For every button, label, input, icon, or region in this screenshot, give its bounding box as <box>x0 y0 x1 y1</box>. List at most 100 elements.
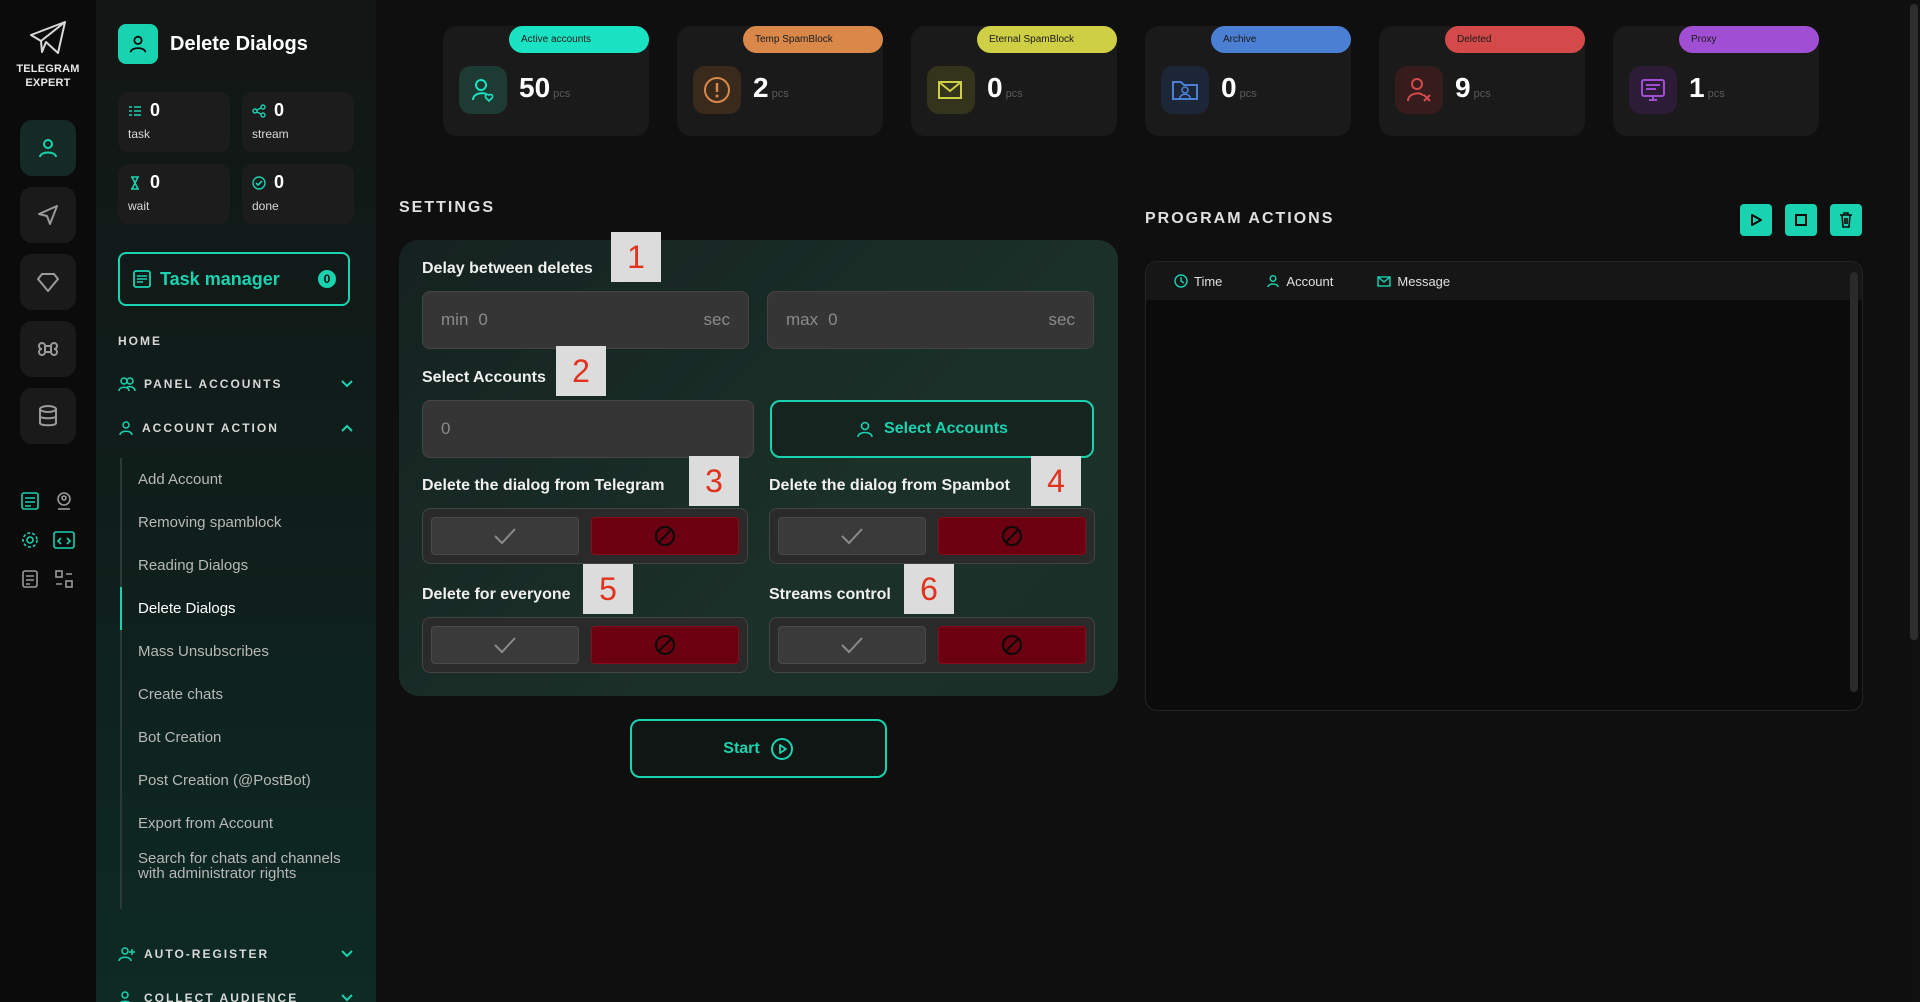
rail-profile-button[interactable] <box>52 489 76 513</box>
select-accounts-button[interactable]: Select Accounts <box>770 400 1094 458</box>
chevron-up-icon <box>341 424 353 432</box>
sidebar-item-mass-unsubscribes[interactable]: Mass Unsubscribes <box>122 630 350 673</box>
card-eternal-spamblock[interactable]: Eternal SpamBlock 0 pcs <box>911 26 1117 136</box>
toggle-delete-spambot-yes[interactable] <box>778 517 926 555</box>
sidebar-header: Delete Dialogs <box>118 24 308 64</box>
rail-code-button[interactable] <box>52 528 76 552</box>
log-header: Time Account Message <box>1146 262 1862 300</box>
play-button[interactable] <box>1740 204 1772 236</box>
play-circle-icon <box>770 737 793 760</box>
toggle-streams-control <box>769 617 1095 673</box>
delay-min-value: 0 <box>478 310 488 329</box>
sidebar-item-add-account[interactable]: Add Account <box>122 458 350 501</box>
delay-min-unit: sec <box>703 310 730 329</box>
sidebar-item-delete-dialogs[interactable]: Delete Dialogs <box>120 587 350 630</box>
rail-commands-button[interactable] <box>20 321 76 377</box>
toggle-delete-everyone <box>422 617 748 673</box>
card-active-accounts[interactable]: Active accounts 50 pcs <box>443 26 649 136</box>
delay-min-input[interactable]: min 0 sec <box>422 291 749 349</box>
program-actions-log[interactable]: Time Account Message <box>1145 261 1863 711</box>
sidebar-item-reading-dialogs[interactable]: Reading Dialogs <box>122 544 350 587</box>
logo-line2: EXPERT <box>25 77 71 89</box>
user-icon <box>119 421 133 436</box>
stat-stream: 0 stream <box>242 92 354 152</box>
toggle-delete-everyone-yes[interactable] <box>431 626 579 664</box>
rail-accounts-button[interactable] <box>20 120 76 176</box>
task-manager-count: 0 <box>318 270 336 288</box>
stat-task-value: 0 <box>150 100 161 120</box>
toggle-delete-telegram-yes[interactable] <box>431 517 579 555</box>
icon-rail: TELEGRAM EXPERT <box>0 0 96 1002</box>
card-archive-pill: Archive <box>1211 26 1351 53</box>
section-collect-audience[interactable]: COLLECT AUDIENCE <box>118 988 354 1002</box>
sidebar-item-create-chats[interactable]: Create chats <box>122 673 350 716</box>
user-icon <box>39 139 57 158</box>
card-archive-unit: pcs <box>1239 88 1257 100</box>
hourglass-icon <box>131 175 139 190</box>
page-scrollbar[interactable] <box>1908 0 1920 1002</box>
stat-done: 0 done <box>242 164 354 224</box>
user-x-icon <box>1395 66 1443 114</box>
grid-icon <box>55 570 73 588</box>
annotation-badge-6: 6 <box>904 564 954 614</box>
log-col-time[interactable]: Time <box>1174 274 1222 289</box>
toggle-delete-telegram-no[interactable] <box>591 517 739 555</box>
card-archive-value: 0 <box>1221 72 1237 103</box>
rail-send-button[interactable] <box>20 187 76 243</box>
card-temp-spamblock-value: 2 <box>753 72 769 103</box>
log-scrollbar[interactable] <box>1850 272 1858 692</box>
log-col-time-label: Time <box>1194 273 1223 289</box>
card-active-accounts-value: 50 <box>519 72 551 103</box>
delay-max-value: 0 <box>828 310 838 329</box>
check-icon <box>494 637 516 654</box>
sidebar-item-search-admin-chats[interactable]: Search for chats and channels with admin… <box>122 845 350 909</box>
rail-list-button[interactable] <box>18 489 42 513</box>
log-col-account[interactable]: Account <box>1266 274 1333 289</box>
sidebar-item-post-creation[interactable]: Post Creation (@PostBot) <box>122 759 350 802</box>
rail-settings-button[interactable] <box>18 528 42 552</box>
proxy-server-icon <box>1629 66 1677 114</box>
card-deleted[interactable]: Deleted 9 pcs <box>1379 26 1585 136</box>
trash-icon <box>1840 212 1852 228</box>
rail-notes-button[interactable] <box>18 567 42 591</box>
toggle-streams-control-yes[interactable] <box>778 626 926 664</box>
app-logo[interactable]: TELEGRAM EXPERT <box>12 20 84 90</box>
delay-max-input[interactable]: max 0 sec <box>767 291 1094 349</box>
section-auto-register[interactable]: AUTO-REGISTER <box>118 944 354 964</box>
stat-done-value: 0 <box>274 172 285 192</box>
page-scrollbar-thumb[interactable] <box>1910 4 1918 640</box>
sidebar-item-bot-creation[interactable]: Bot Creation <box>122 716 350 759</box>
toggle-delete-telegram <box>422 508 748 564</box>
section-panel-accounts-label: PANEL ACCOUNTS <box>144 377 283 391</box>
rail-database-button[interactable] <box>20 388 76 444</box>
section-panel-accounts[interactable]: PANEL ACCOUNTS <box>118 374 354 394</box>
stat-done-label: done <box>252 199 279 213</box>
telegram-logo-icon <box>30 21 66 54</box>
card-temp-spamblock[interactable]: Temp SpamBlock 2 pcs <box>677 26 883 136</box>
log-col-message[interactable]: Message <box>1377 274 1450 289</box>
rail-grid-button[interactable] <box>52 567 76 591</box>
card-archive[interactable]: Archive 0 pcs <box>1145 26 1351 136</box>
toggle-delete-spambot-no[interactable] <box>938 517 1086 555</box>
audience-icon <box>119 991 131 1002</box>
card-proxy-pill: Proxy <box>1679 26 1819 53</box>
card-deleted-value: 9 <box>1455 72 1471 103</box>
toggle-delete-everyone-no[interactable] <box>591 626 739 664</box>
card-proxy[interactable]: Proxy 1 pcs <box>1613 26 1819 136</box>
stat-task-label: task <box>128 127 151 141</box>
start-button[interactable]: Start <box>630 719 887 778</box>
delay-max-prefix: max <box>786 310 819 329</box>
stop-button[interactable] <box>1785 204 1817 236</box>
section-account-action[interactable]: ACCOUNT ACTION <box>118 418 354 438</box>
home-link[interactable]: HOME <box>118 334 162 348</box>
task-manager-button[interactable]: Task manager 0 <box>118 252 350 306</box>
log-col-account-label: Account <box>1286 273 1334 289</box>
sidebar-item-export-from-account[interactable]: Export from Account <box>122 802 350 845</box>
toggle-streams-control-no[interactable] <box>938 626 1086 664</box>
selected-accounts-count[interactable]: 0 <box>422 400 754 458</box>
rail-premium-button[interactable] <box>20 254 76 310</box>
start-button-label: Start <box>723 739 760 757</box>
user-plus-icon <box>118 947 135 962</box>
clear-log-button[interactable] <box>1830 204 1862 236</box>
sidebar-item-removing-spamblock[interactable]: Removing spamblock <box>122 501 350 544</box>
